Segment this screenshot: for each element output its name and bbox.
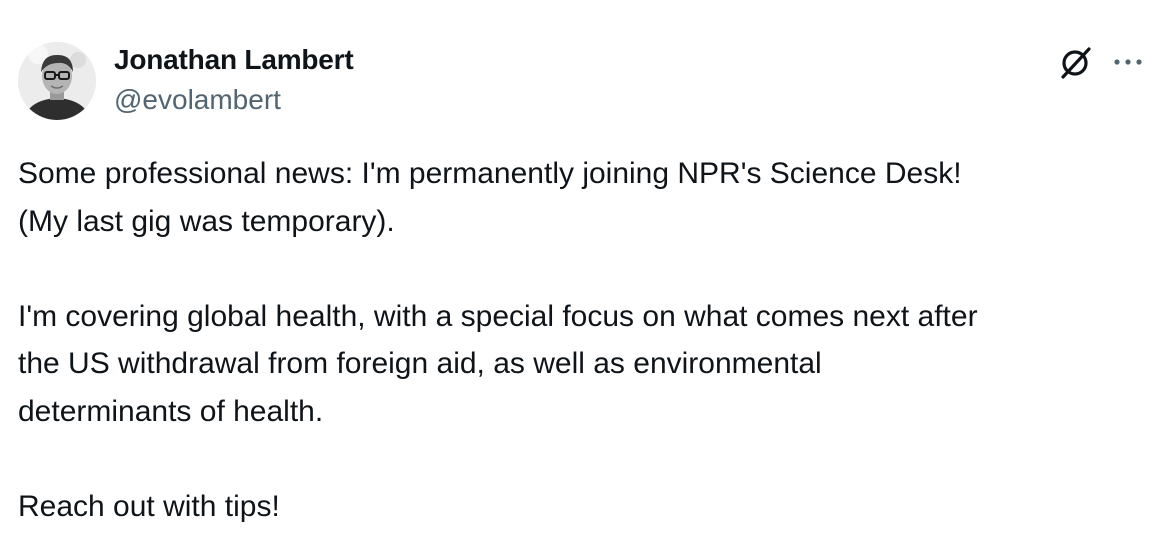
post-card: Jonathan Lambert @evolambert Some profes… [0,0,1166,550]
author-handle[interactable]: @evolambert [114,84,281,116]
post-text: Some professional news: I'm permanently … [18,150,1158,530]
grok-icon[interactable] [1058,44,1094,80]
post-text-line: determinants of health. [18,394,324,428]
post-text-blank-line [18,435,1158,483]
avatar[interactable] [18,42,96,120]
more-options-icon[interactable] [1110,52,1146,72]
author-display-name[interactable]: Jonathan Lambert [114,44,354,76]
post-text-line: (My last gig was temporary). [18,204,395,238]
avatar-photo [18,42,96,120]
post-text-line: Reach out with tips! [18,489,280,523]
post-text-blank-line [18,245,1158,293]
post-text-line: the US withdrawal from foreign aid, as w… [18,347,822,380]
post-text-line: I'm covering global health, with a speci… [18,299,978,333]
post-text-line: Some professional news: I'm permanently … [18,157,962,190]
